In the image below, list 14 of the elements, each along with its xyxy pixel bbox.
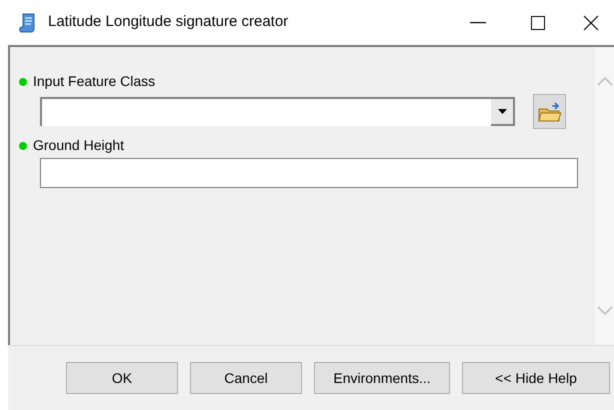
feature-class-dropdown[interactable] [40,97,515,126]
minimize-icon [470,22,486,24]
dialog-button[interactable]: << Hide Help [462,362,610,394]
parameter-label: Ground Height [33,136,124,155]
folder-icon [538,100,562,122]
dialog-button[interactable]: Cancel [190,362,302,394]
maximize-icon [531,16,545,30]
parameter-label: Input Feature Class [33,72,156,91]
browse-folder-button[interactable] [533,94,566,129]
close-icon [583,14,599,30]
dialog-button[interactable]: OK [66,362,178,394]
ground-height-field[interactable] [40,158,578,188]
window-title: Latitude Longitude signature creator [48,12,288,32]
dialog-button[interactable]: Environments... [314,362,450,394]
